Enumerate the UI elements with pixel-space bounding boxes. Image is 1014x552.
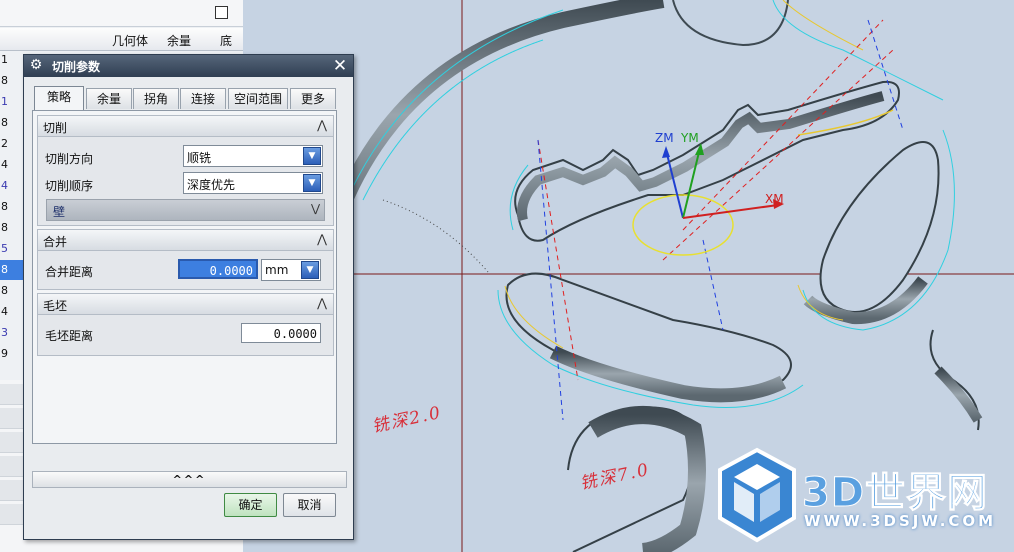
merge-unit-select[interactable]: mm ▼ [261,259,321,281]
strategy-tab-body: 切削 ⋀ 切削方向 顺铣 ▼ 切削顺序 深度优先 ▼ 壁 ⋁ 合并 ⋀ 合并距离… [32,110,337,444]
navigator-row-label[interactable]: 5 [0,239,23,259]
details-row [0,480,24,501]
close-icon[interactable]: ✕ [330,56,350,76]
chevron-down-icon[interactable]: ▼ [303,147,321,165]
details-row [0,504,24,525]
blank-distance-label: 毛坯距离 [45,329,94,343]
group-merge-header[interactable]: 合并 ⋀ [37,229,334,251]
cut-direction-value: 顺铣 [187,151,212,165]
group-blank-body: 毛坯距离 0.0000 [37,315,334,356]
tab-corners[interactable]: 拐角 [133,88,179,109]
group-cutting-header[interactable]: 切削 ⋀ [37,115,334,137]
merge-distance-input[interactable]: 0.0000 [178,259,258,279]
cut-direction-label: 切削方向 [45,152,94,166]
navigator-row-label[interactable]: 9 [0,344,23,364]
group-cutting-title: 切削 [43,121,68,135]
navigator-row-label[interactable]: 8 [0,71,23,91]
more-options-expander[interactable]: ^^^ [32,471,347,488]
group-merge-body: 合并距离 0.0000 mm ▼ [37,251,334,290]
tab-stock[interactable]: 余量 [86,88,132,109]
group-blank-header[interactable]: 毛坯 ⋀ [37,293,334,315]
collapse-icon[interactable]: ⋀ [314,296,330,310]
tab-more[interactable]: 更多 [290,88,336,109]
details-row [0,456,24,477]
merge-distance-label: 合并距离 [45,265,94,279]
navigator-header: 几何体 余量 底 [0,28,243,51]
navigator-row-label[interactable]: 8 [0,281,23,301]
cut-order-value: 深度优先 [187,178,236,192]
group-cutting-body: 切削方向 顺铣 ▼ 切削顺序 深度优先 ▼ 壁 ⋁ [37,137,334,226]
wall-label: 壁 [53,205,66,219]
xm-label: XM [765,192,784,206]
navigator-row-label[interactable]: 1 [0,50,23,70]
column-geometry[interactable]: 几何体 [112,32,148,49]
gear-icon: ⚙ [29,57,43,73]
wall-subgroup-header[interactable]: 壁 ⋁ [46,199,325,221]
chevron-down-icon[interactable]: ▼ [301,261,319,279]
tab-strategy[interactable]: 策略 [34,86,84,110]
ym-label: YM [681,131,699,145]
expand-icon[interactable]: ⋁ [311,202,320,215]
navigator-row-label[interactable]: 8 [0,197,23,217]
navigator-row-label[interactable]: 8 [0,113,23,133]
group-merge-title: 合并 [43,235,68,249]
dialog-title: 切削参数 [52,60,101,74]
chevron-down-icon[interactable]: ▼ [303,174,321,192]
merge-unit-value: mm [265,263,289,277]
cube-logo-icon [718,447,796,543]
navigator-row-label[interactable]: 2 [0,134,23,154]
navigator-row-label[interactable]: 1 [0,92,23,112]
cutting-parameters-dialog: ⚙ 切削参数 ✕ 策略 余量 拐角 连接 空间范围 更多 切削 ⋀ 切削方向 顺… [23,54,354,540]
column-floor[interactable]: 底 [220,32,232,49]
collapse-icon[interactable]: ⋀ [314,232,330,246]
navigator-row-label[interactable]: 4 [0,176,23,196]
navigator-topbar [0,0,243,27]
cut-order-select[interactable]: 深度优先 ▼ [183,172,323,194]
dialog-titlebar[interactable]: ⚙ 切削参数 ✕ [24,55,353,77]
watermark-url: WWW.3DSJW.COM [804,512,997,530]
details-row [0,408,24,429]
watermark-brand: 3D世界网 [801,470,989,517]
tab-containment[interactable]: 空间范围 [228,88,288,109]
details-row [0,432,24,453]
zm-label: ZM [655,131,674,145]
collapse-icon[interactable]: ⋀ [314,118,330,132]
tool-circle [632,194,734,256]
cut-direction-select[interactable]: 顺铣 ▼ [183,145,323,167]
navigator-row-label[interactable]: 4 [0,302,23,322]
column-stock[interactable]: 余量 [167,32,191,49]
navigator-row-label[interactable]: 8 [0,260,23,280]
tab-connections[interactable]: 连接 [180,88,226,109]
ok-button[interactable]: 确定 [224,493,277,517]
restore-icon[interactable] [215,6,228,19]
tab-strip: 策略 余量 拐角 连接 空间范围 更多 [32,86,344,110]
cut-order-label: 切削顺序 [45,179,94,193]
navigator-row-label[interactable]: 8 [0,218,23,238]
blank-distance-input[interactable]: 0.0000 [241,323,321,343]
details-row [0,384,24,405]
navigator-row-label[interactable]: 3 [0,323,23,343]
cancel-button[interactable]: 取消 [283,493,336,517]
site-watermark: 3D世界网 WWW.3DSJW.COM [712,442,1014,552]
navigator-row-label[interactable]: 4 [0,155,23,175]
group-blank-title: 毛坯 [43,299,68,313]
